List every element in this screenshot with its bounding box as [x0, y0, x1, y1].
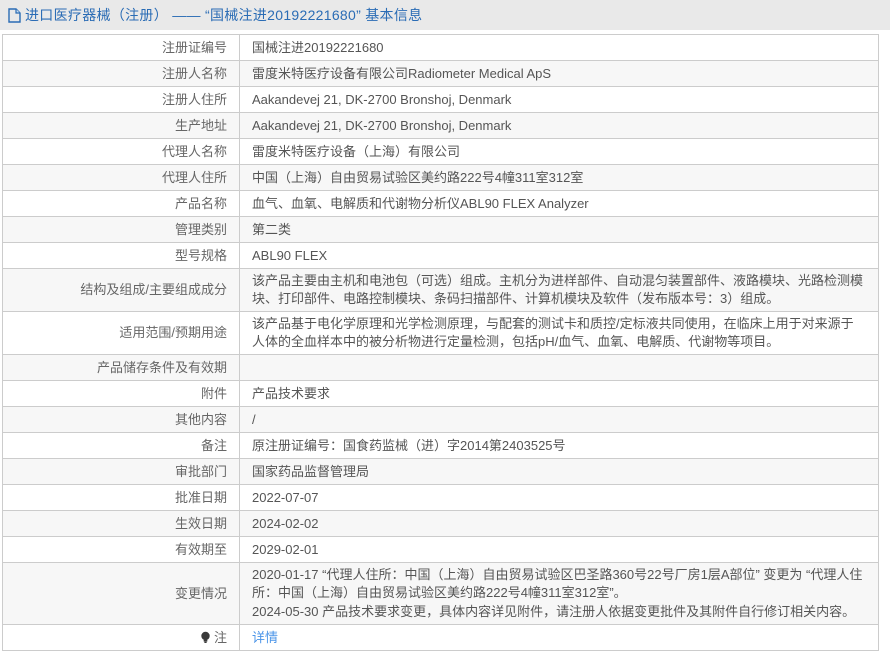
row-label: 产品储存条件及有效期	[3, 355, 240, 380]
row-value: /	[252, 411, 256, 427]
row-label: 其他内容	[3, 407, 240, 432]
row-label: 注册人名称	[3, 61, 240, 86]
row-label-text: 注	[213, 629, 227, 645]
table-row: 生效日期 2024-02-02	[3, 510, 878, 536]
page-header: 进口医疗器械（注册） —— “国械注进20192221680” 基本信息	[0, 0, 890, 30]
row-value: Aakandevej 21, DK-2700 Bronshoj, Denmark	[252, 117, 512, 133]
row-value: 2020-01-17 “代理人住所：中国（上海）自由贸易试验区巴圣路360号22…	[240, 563, 878, 624]
row-label: 生效日期	[3, 511, 240, 536]
row-label: 有效期至	[3, 537, 240, 562]
row-label: 附件	[3, 381, 240, 406]
row-label: 结构及组成/主要组成成分	[3, 269, 240, 311]
row-label: 变更情况	[3, 563, 240, 624]
row-label: 生产地址	[3, 113, 240, 138]
table-row: 结构及组成/主要组成成分 该产品主要由主机和电池包（可选）组成。主机分为进样部件…	[3, 268, 878, 311]
row-value: 产品技术要求	[252, 385, 331, 401]
row-value: ABL90 FLEX	[252, 247, 328, 263]
row-value: 2024-02-02	[252, 515, 319, 531]
table-row-change-history: 变更情况 2020-01-17 “代理人住所：中国（上海）自由贸易试验区巴圣路3…	[3, 562, 878, 624]
row-value: 国家药品监督管理局	[252, 463, 370, 479]
row-value: Aakandevej 21, DK-2700 Bronshoj, Denmark	[252, 91, 512, 107]
table-row: 审批部门 国家药品监督管理局	[3, 458, 878, 484]
row-label: 备注	[3, 433, 240, 458]
row-label: 产品名称	[3, 191, 240, 216]
row-value: 该产品主要由主机和电池包（可选）组成。主机分为进样部件、自动混匀装置部件、液路模…	[252, 273, 864, 306]
details-link[interactable]: 详情	[252, 629, 278, 647]
row-value: 第二类	[252, 221, 292, 237]
row-label: 管理类别	[3, 217, 240, 242]
row-value: 雷度米特医疗设备有限公司Radiometer Medical ApS	[252, 65, 552, 81]
row-label: 适用范围/预期用途	[3, 312, 240, 354]
row-label: 批准日期	[3, 485, 240, 510]
table-row-note: 注 详情	[3, 624, 878, 650]
row-label: 审批部门	[3, 459, 240, 484]
note-bulb-icon	[200, 631, 211, 644]
row-value	[240, 355, 878, 380]
row-label: 代理人住所	[3, 165, 240, 190]
table-row: 管理类别 第二类	[3, 216, 878, 242]
table-row: 适用范围/预期用途 该产品基于电化学原理和光学检测原理，与配套的测试卡和质控/定…	[3, 311, 878, 354]
table-row: 其他内容 /	[3, 406, 878, 432]
document-icon	[8, 7, 21, 23]
table-row: 注册人住所 Aakandevej 21, DK-2700 Bronshoj, D…	[3, 86, 878, 112]
change-entry: 2024-05-30 产品技术要求变更，具体内容详见附件，请注册人依据变更批件及…	[252, 604, 856, 619]
row-value: 原注册证编号：国食药监械（进）字2014第2403525号	[252, 437, 566, 453]
row-value: 2022-07-07	[252, 489, 319, 505]
table-row: 生产地址 Aakandevej 21, DK-2700 Bronshoj, De…	[3, 112, 878, 138]
table-row: 型号规格 ABL90 FLEX	[3, 242, 878, 268]
row-value: 国械注进20192221680	[252, 39, 384, 55]
row-label: 代理人名称	[3, 139, 240, 164]
table-row: 注册证编号 国械注进20192221680	[3, 35, 878, 60]
row-value: 详情	[240, 625, 878, 650]
row-label: 注	[3, 625, 240, 650]
table-row: 附件 产品技术要求	[3, 380, 878, 406]
row-value: 该产品基于电化学原理和光学检测原理，与配套的测试卡和质控/定标液共同使用，在临床…	[252, 316, 854, 349]
info-table: 注册证编号 国械注进20192221680 注册人名称 雷度米特医疗设备有限公司…	[2, 34, 879, 651]
table-row: 注册人名称 雷度米特医疗设备有限公司Radiometer Medical ApS	[3, 60, 878, 86]
row-label: 型号规格	[3, 243, 240, 268]
row-label: 注册人住所	[3, 87, 240, 112]
table-row: 产品储存条件及有效期	[3, 354, 878, 380]
table-row: 代理人名称 雷度米特医疗设备（上海）有限公司	[3, 138, 878, 164]
row-value: 血气、血氧、电解质和代谢物分析仪ABL90 FLEX Analyzer	[252, 195, 589, 211]
change-entry: 2020-01-17 “代理人住所：中国（上海）自由贸易试验区巴圣路360号22…	[252, 567, 863, 600]
table-row: 批准日期 2022-07-07	[3, 484, 878, 510]
row-label: 注册证编号	[3, 35, 240, 60]
table-row: 有效期至 2029-02-01	[3, 536, 878, 562]
table-row: 代理人住所 中国（上海）自由贸易试验区美约路222号4幢311室312室	[3, 164, 878, 190]
table-row: 产品名称 血气、血氧、电解质和代谢物分析仪ABL90 FLEX Analyzer	[3, 190, 878, 216]
row-value: 2029-02-01	[252, 541, 319, 557]
page-title: 进口医疗器械（注册） —— “国械注进20192221680” 基本信息	[25, 7, 423, 23]
row-value: 中国（上海）自由贸易试验区美约路222号4幢311室312室	[252, 169, 584, 185]
table-row: 备注 原注册证编号：国食药监械（进）字2014第2403525号	[3, 432, 878, 458]
row-value: 雷度米特医疗设备（上海）有限公司	[252, 143, 461, 159]
